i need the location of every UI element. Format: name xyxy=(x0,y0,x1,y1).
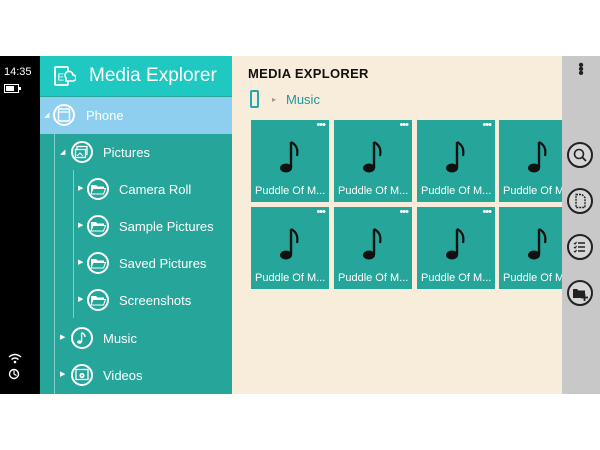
folder-icon xyxy=(87,289,109,311)
sidebar-item-label: Saved Pictures xyxy=(119,256,207,271)
music-tile[interactable]: ••• Puddle Of M... xyxy=(499,120,562,202)
expand-icon[interactable]: ▶ xyxy=(78,221,83,229)
sidebar-item-label: Music xyxy=(103,331,137,346)
more-icon[interactable]: ••• xyxy=(399,207,409,218)
expand-icon[interactable]: ▶ xyxy=(78,184,83,192)
sidebar-item-label: Pictures xyxy=(103,145,150,160)
music-note-icon xyxy=(363,228,382,260)
sync-icon xyxy=(8,368,20,383)
search-icon xyxy=(573,148,587,162)
document-icon xyxy=(575,193,586,209)
music-icon xyxy=(71,327,93,349)
add-folder-button[interactable] xyxy=(567,280,593,306)
more-icon[interactable]: ••• xyxy=(482,207,492,218)
music-tile[interactable]: ••• Puddle Of M... xyxy=(417,120,495,202)
document-button[interactable] xyxy=(567,188,593,214)
breadcrumb-separator: ▸ xyxy=(272,95,277,104)
video-icon xyxy=(71,364,93,386)
folder-icon xyxy=(87,178,109,200)
music-note-icon xyxy=(280,141,299,173)
music-tile[interactable]: ••• Puddle Of M... xyxy=(251,120,329,202)
tile-label: Puddle Of M... xyxy=(255,272,326,284)
sidebar-item-sample-pictures[interactable]: ▶ Sample Pictures xyxy=(40,208,232,245)
sidebar-item-label: Sample Pictures xyxy=(119,219,214,234)
music-note-icon xyxy=(363,141,382,173)
svg-text:E: E xyxy=(58,73,65,84)
more-icon[interactable]: ••• xyxy=(399,120,409,131)
sidebar-item-videos[interactable]: ▶ Videos xyxy=(40,357,232,394)
more-icon[interactable]: ••• xyxy=(316,207,326,218)
sidebar-item-phone[interactable]: ◢ Phone xyxy=(40,97,232,134)
folder-icon xyxy=(87,252,109,274)
expand-icon[interactable]: ▶ xyxy=(60,370,65,378)
sidebar-item-saved-pictures[interactable]: ▶ Saved Pictures xyxy=(40,245,232,282)
music-tile[interactable]: ••• Puddle Of M... xyxy=(499,207,562,289)
tile-label: Puddle Of M... xyxy=(421,185,492,197)
breadcrumb-current[interactable]: Music xyxy=(286,92,320,107)
music-note-icon xyxy=(528,228,547,260)
phone-screen: 14:35 E Media Explorer ◢ Phone ◢ Picture… xyxy=(0,56,600,394)
tile-label: Puddle Of M... xyxy=(338,185,409,197)
sidebar-item-music[interactable]: ▶ Music xyxy=(40,320,232,357)
sidebar-item-label: Camera Roll xyxy=(119,182,192,197)
sidebar-item-label: Screenshots xyxy=(119,293,192,308)
search-button[interactable] xyxy=(567,142,593,168)
phone-icon xyxy=(53,104,75,126)
status-bar: 14:35 xyxy=(0,56,40,394)
battery-icon xyxy=(4,84,21,93)
tile-label: Puddle Of M... xyxy=(421,272,492,284)
list-icon xyxy=(573,241,585,253)
sidebar: E Media Explorer ◢ Phone ◢ Pictures ▶ Ca… xyxy=(40,56,232,394)
list-button[interactable] xyxy=(567,234,593,260)
music-note-icon xyxy=(446,228,465,260)
music-tile[interactable]: ••• Puddle Of M... xyxy=(251,207,329,289)
music-tile[interactable]: ••• Puddle Of M... xyxy=(417,207,495,289)
sidebar-item-pictures[interactable]: ◢ Pictures xyxy=(40,134,232,171)
app-title: Media Explorer xyxy=(89,65,217,86)
app-header: E Media Explorer xyxy=(40,56,232,96)
status-time: 14:35 xyxy=(4,66,32,78)
phone-icon[interactable] xyxy=(250,90,259,108)
sidebar-item-label: Phone xyxy=(86,108,124,123)
tile-label: Puddle Of M... xyxy=(503,185,562,197)
music-note-icon xyxy=(280,228,299,260)
more-icon[interactable]: ••• xyxy=(482,120,492,131)
music-note-icon xyxy=(528,141,547,173)
pictures-icon xyxy=(71,141,93,163)
folder-icon xyxy=(87,215,109,237)
music-tile[interactable]: ••• Puddle Of M... xyxy=(334,120,412,202)
music-note-icon xyxy=(446,141,465,173)
expand-icon[interactable]: ▶ xyxy=(60,333,65,341)
collapse-icon[interactable]: ◢ xyxy=(60,148,65,156)
sidebar-item-camera-roll[interactable]: ▶ Camera Roll xyxy=(40,171,232,208)
tile-label: Puddle Of M... xyxy=(255,185,326,197)
tile-label: Puddle Of M... xyxy=(338,272,409,284)
collapse-icon[interactable]: ◢ xyxy=(44,111,49,119)
page-title: MEDIA EXPLORER xyxy=(248,66,369,81)
tile-label: Puddle Of M... xyxy=(503,272,562,284)
app-bar: • • • xyxy=(562,56,600,394)
main-content: MEDIA EXPLORER ▸ Music ••• Puddle Of M..… xyxy=(232,56,562,394)
more-icon[interactable]: ••• xyxy=(562,58,600,82)
media-explorer-logo: E xyxy=(54,66,76,86)
add-folder-icon xyxy=(573,289,588,301)
sidebar-item-label: Videos xyxy=(103,368,143,383)
music-tile[interactable]: ••• Puddle Of M... xyxy=(334,207,412,289)
wifi-icon xyxy=(8,352,22,367)
expand-icon[interactable]: ▶ xyxy=(78,295,83,303)
sidebar-item-screenshots[interactable]: ▶ Screenshots xyxy=(40,282,232,319)
expand-icon[interactable]: ▶ xyxy=(78,258,83,266)
more-icon[interactable]: ••• xyxy=(316,120,326,131)
